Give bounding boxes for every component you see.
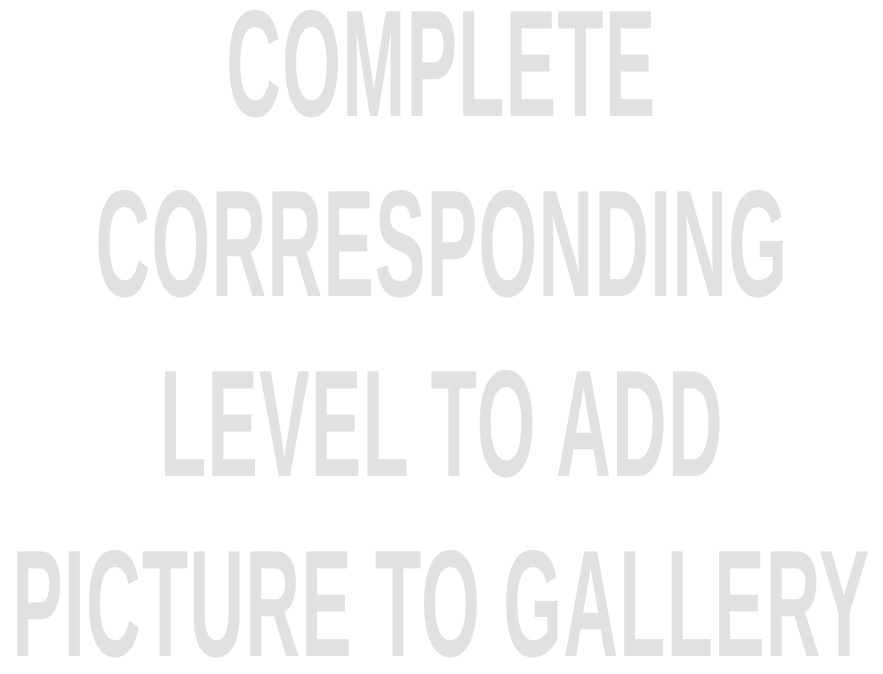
message-line-2: CORRESPONDING <box>95 159 788 329</box>
message-line-3: LEVEL TO ADD <box>159 339 724 509</box>
message-line-4: PICTURE TO GALLERY <box>12 519 871 674</box>
message-line-1: COMPLETE <box>226 0 657 149</box>
gallery-locked-message: COMPLETE CORRESPONDING LEVEL TO ADD PICT… <box>0 0 883 674</box>
